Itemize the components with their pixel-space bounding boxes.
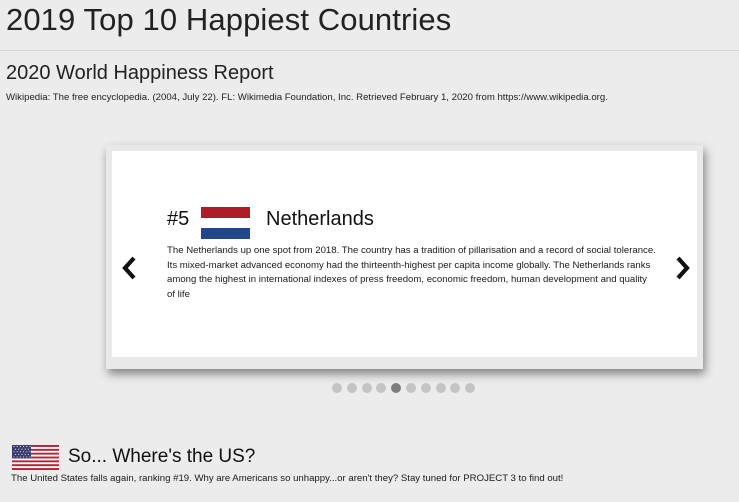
chevron-right-icon [676,256,690,280]
carousel-next-button[interactable] [674,255,692,281]
citation-text: Wikipedia: The free encyclopedia. (2004,… [6,92,608,103]
carousel-dot-active[interactable] [391,383,402,393]
slide-rank: #5 [167,208,190,230]
chevron-left-icon [122,256,136,280]
carousel-dot[interactable] [346,383,357,393]
us-section-text: The United States falls again, ranking #… [11,473,564,484]
netherlands-flag-icon [201,207,250,239]
carousel-dot[interactable] [420,383,431,393]
report-title: 2020 World Happiness Report [6,62,274,84]
title-divider [0,50,739,51]
slide-description: The Netherlands up one spot from 2018. T… [167,245,656,300]
carousel: #5 Netherlands The Netherlands up one sp… [106,145,703,369]
carousel-dot[interactable] [450,383,461,393]
us-section-heading: So... Where's the US? [68,446,256,467]
carousel-dot[interactable] [405,383,416,393]
page-title: 2019 Top 10 Happiest Countries [6,2,452,37]
carousel-indicators [332,383,476,393]
usa-flag-icon [12,445,59,470]
slide-country-name: Netherlands [266,208,374,230]
carousel-dot[interactable] [435,383,446,393]
carousel-prev-button[interactable] [120,255,138,281]
carousel-dot[interactable] [376,383,387,393]
carousel-slide: #5 Netherlands The Netherlands up one sp… [112,151,697,357]
carousel-dot[interactable] [332,383,342,393]
carousel-dot[interactable] [465,383,476,393]
carousel-dot[interactable] [361,383,372,393]
